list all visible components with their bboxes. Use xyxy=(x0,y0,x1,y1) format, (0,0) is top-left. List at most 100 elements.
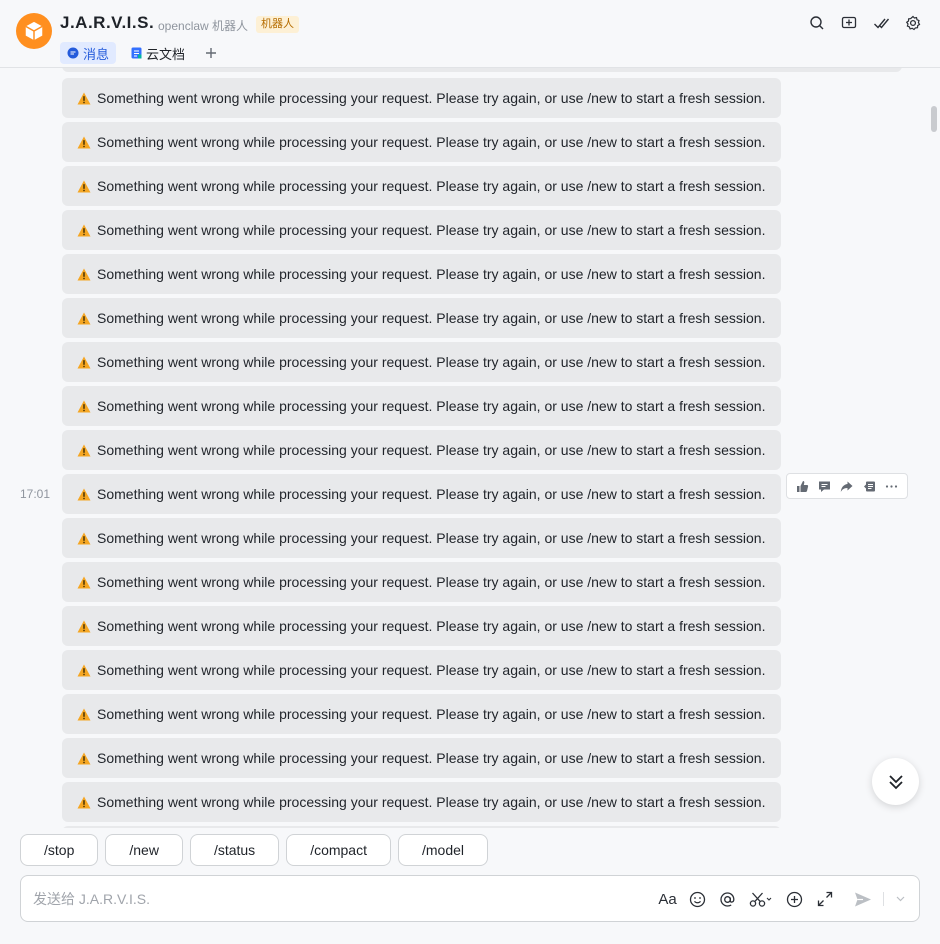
add-circle-icon[interactable] xyxy=(785,889,804,909)
message-bubble[interactable]: Something went wrong while processing yo… xyxy=(62,738,781,778)
message-bubble[interactable]: Something went wrong while processing yo… xyxy=(62,606,781,646)
tab-label: 云文档 xyxy=(146,46,186,62)
scrollbar-thumb[interactable] xyxy=(931,106,937,132)
emoji-icon[interactable] xyxy=(688,889,707,909)
message-bubble[interactable]: Something went wrong while processing yo… xyxy=(62,782,781,822)
warning-icon xyxy=(77,752,91,764)
warning-icon xyxy=(77,224,91,236)
message-bubble[interactable]: Something went wrong while processing yo… xyxy=(62,210,781,250)
message-text: Something went wrong while processing yo… xyxy=(97,266,766,282)
message-text: Something went wrong while processing yo… xyxy=(97,222,766,238)
warning-icon xyxy=(77,664,91,676)
warning-icon xyxy=(77,532,91,544)
message-bubble[interactable]: Something went wrong while processing yo… xyxy=(62,78,781,118)
message-bubble[interactable]: Something went wrong while processing yo… xyxy=(62,254,781,294)
checkmark-icon[interactable] xyxy=(872,14,890,32)
search-icon[interactable] xyxy=(808,14,826,32)
document-icon xyxy=(131,47,142,59)
message-text: Something went wrong while processing yo… xyxy=(97,310,766,326)
warning-icon xyxy=(77,444,91,456)
message-text: Something went wrong while processing yo… xyxy=(97,618,766,634)
bot-avatar[interactable] xyxy=(16,13,52,49)
message-bubble[interactable]: Something went wrong while processing yo… xyxy=(62,298,781,338)
tab-label: 消息 xyxy=(83,46,110,62)
add-tab-button[interactable] xyxy=(200,42,222,64)
tab-messages[interactable]: 消息 xyxy=(60,42,117,64)
reply-icon[interactable] xyxy=(816,477,834,495)
message-bubble[interactable]: Something went wrong while processing yo… xyxy=(62,694,781,734)
message-bubble[interactable]: Something went wrong while processing yo… xyxy=(62,166,781,206)
warning-icon xyxy=(77,576,91,588)
forward-icon[interactable] xyxy=(838,477,856,495)
message-bubble-partial xyxy=(62,826,781,828)
message-text: Something went wrong while processing yo… xyxy=(97,794,766,810)
divider xyxy=(883,892,884,906)
message-bubble[interactable]: Something went wrong while processing yo… xyxy=(62,430,781,470)
message-bubble-partial xyxy=(62,68,902,72)
tab-cloud-docs[interactable]: 云文档 xyxy=(124,42,192,64)
message-bubble[interactable]: Something went wrong while processing yo… xyxy=(62,518,781,558)
message-text: Something went wrong while processing yo… xyxy=(97,354,766,370)
message-bubble[interactable]: Something went wrong while processing yo… xyxy=(62,562,781,602)
scroll-to-bottom-button[interactable] xyxy=(872,758,919,805)
composer-tools: Aa xyxy=(658,889,905,909)
command-chips: /stop /new /status /compact /model xyxy=(20,834,489,866)
command-new[interactable]: /new xyxy=(105,834,183,866)
command-compact[interactable]: /compact xyxy=(286,834,391,866)
double-chevron-down-icon xyxy=(888,774,903,789)
message-bubble[interactable]: Something went wrong while processing yo… xyxy=(62,342,781,382)
chat-tabs: 消息 云文档 xyxy=(60,42,222,64)
chat-bubble-icon xyxy=(67,47,79,59)
box-icon xyxy=(25,21,43,41)
message-text: Something went wrong while processing yo… xyxy=(97,750,766,766)
command-status[interactable]: /status xyxy=(189,834,280,866)
warning-icon xyxy=(77,92,91,104)
message-list[interactable]: Something went wrong while processing yo… xyxy=(0,68,940,828)
command-stop[interactable]: /stop xyxy=(20,834,99,866)
message-text: Something went wrong while processing yo… xyxy=(97,442,766,458)
header-actions xyxy=(808,14,922,32)
send-options-chevron-icon[interactable] xyxy=(895,889,905,909)
screenshot-scissors-icon[interactable] xyxy=(748,889,774,909)
command-model[interactable]: /model xyxy=(398,834,489,866)
message-bubble[interactable]: Something went wrong while processing yo… xyxy=(62,122,781,162)
message-text: Something went wrong while processing yo… xyxy=(97,530,766,546)
warning-icon xyxy=(77,136,91,148)
chat-header: J.A.R.V.I.S. openclaw 机器人 机器人 消息 云文档 xyxy=(0,0,940,68)
text-format-button[interactable]: Aa xyxy=(658,889,677,909)
message-text: Something went wrong while processing yo… xyxy=(97,706,766,722)
bot-badge: 机器人 xyxy=(256,16,299,33)
more-icon[interactable] xyxy=(883,477,901,495)
warning-icon xyxy=(77,356,91,368)
send-icon[interactable] xyxy=(853,889,872,909)
chat-title[interactable]: J.A.R.V.I.S. xyxy=(60,13,154,33)
warning-icon xyxy=(77,312,91,324)
message-text: Something went wrong while processing yo… xyxy=(97,90,766,106)
message-text: Something went wrong while processing yo… xyxy=(97,134,766,150)
chat-subtitle: openclaw 机器人 xyxy=(158,19,249,33)
mention-icon[interactable] xyxy=(718,889,737,909)
message-timestamp: 17:01 xyxy=(20,487,51,501)
message-bubble[interactable]: Something went wrong while processing yo… xyxy=(62,386,781,426)
settings-icon[interactable] xyxy=(904,14,922,32)
message-text: Something went wrong while processing yo… xyxy=(97,662,766,678)
quote-icon[interactable] xyxy=(860,477,878,495)
message-bubble[interactable]: Something went wrong while processing yo… xyxy=(62,650,781,690)
expand-icon[interactable] xyxy=(815,889,834,909)
thumbs-up-icon[interactable] xyxy=(793,477,811,495)
message-text: Something went wrong while processing yo… xyxy=(97,178,766,194)
message-text: Something went wrong while processing yo… xyxy=(97,574,766,590)
warning-icon xyxy=(77,488,91,500)
message-input[interactable] xyxy=(33,888,633,910)
warning-icon xyxy=(77,400,91,412)
message-composer: Aa xyxy=(20,875,920,922)
warning-icon xyxy=(77,708,91,720)
add-to-list-icon[interactable] xyxy=(840,14,858,32)
message-bubble[interactable]: Something went wrong while processing yo… xyxy=(62,474,781,514)
warning-icon xyxy=(77,180,91,192)
plus-icon xyxy=(206,48,217,58)
message-actions-toolbar xyxy=(786,473,908,499)
warning-icon xyxy=(77,620,91,632)
message-text: Something went wrong while processing yo… xyxy=(97,486,766,502)
message-text: Something went wrong while processing yo… xyxy=(97,398,766,414)
